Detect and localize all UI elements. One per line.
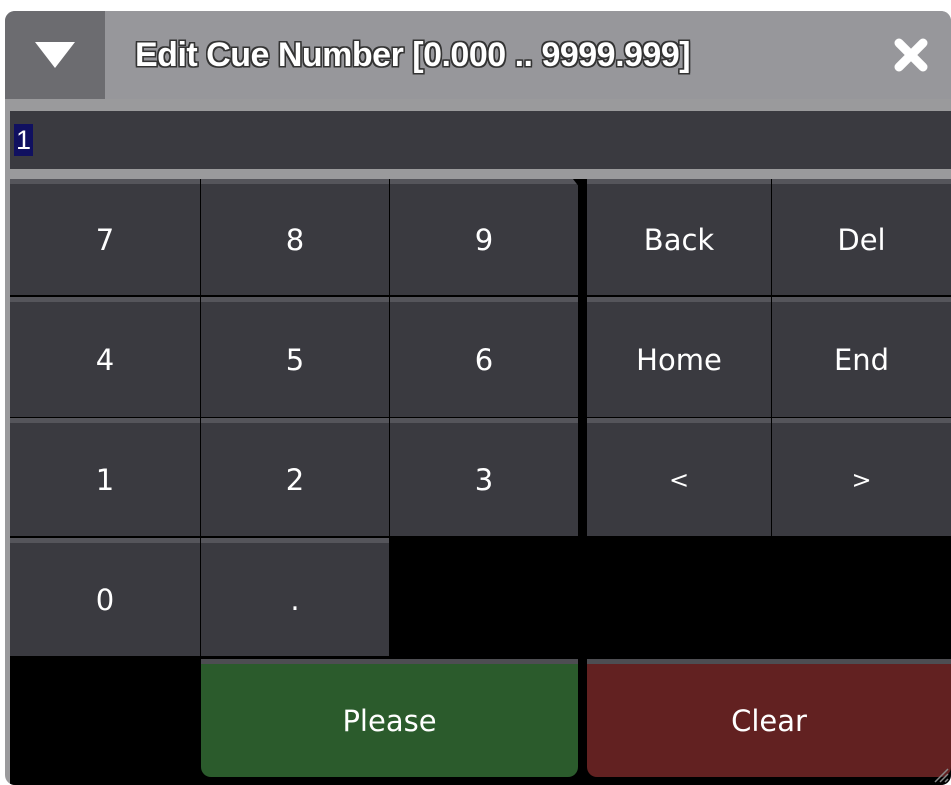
resize-grip-icon[interactable] [931,765,949,783]
key-6[interactable]: 6 [390,297,578,417]
cue-number-input[interactable]: 1 [10,111,951,169]
close-x-icon [894,38,928,72]
close-button[interactable] [871,11,951,99]
triangle-down-icon [35,42,75,68]
key-del[interactable]: Del [772,179,951,295]
title-bar[interactable]: Edit Cue Number [0.000 .. 9999.999] [5,11,951,99]
key-2[interactable]: 2 [201,418,389,536]
key-home[interactable]: Home [587,297,771,417]
key-9[interactable]: 9 [390,179,578,295]
key-3[interactable]: 3 [390,418,578,536]
key-end[interactable]: End [772,297,951,417]
key-5[interactable]: 5 [201,297,389,417]
input-selected-text: 1 [14,124,34,156]
key-4[interactable]: 4 [10,297,200,417]
dropdown-button[interactable] [5,11,105,99]
column-divider-notch [573,179,587,188]
key-back[interactable]: Back [587,179,771,295]
please-button[interactable]: Please [201,659,578,777]
dialog-title: Edit Cue Number [0.000 .. 9999.999] [135,36,691,74]
clear-button[interactable]: Clear [587,659,951,777]
key-8[interactable]: 8 [201,179,389,295]
key-cursor-left[interactable]: < [587,418,771,536]
key-0[interactable]: 0 [10,538,200,656]
key-1[interactable]: 1 [10,418,200,536]
key-7[interactable]: 7 [10,179,200,295]
key-cursor-right[interactable]: > [772,418,951,536]
keypad: 7 8 9 Back Del 4 5 6 Home End 1 2 3 < > … [10,179,951,785]
edit-cue-number-dialog: Edit Cue Number [0.000 .. 9999.999] 1 7 … [5,11,951,785]
key-decimal-point[interactable]: . [201,538,389,656]
